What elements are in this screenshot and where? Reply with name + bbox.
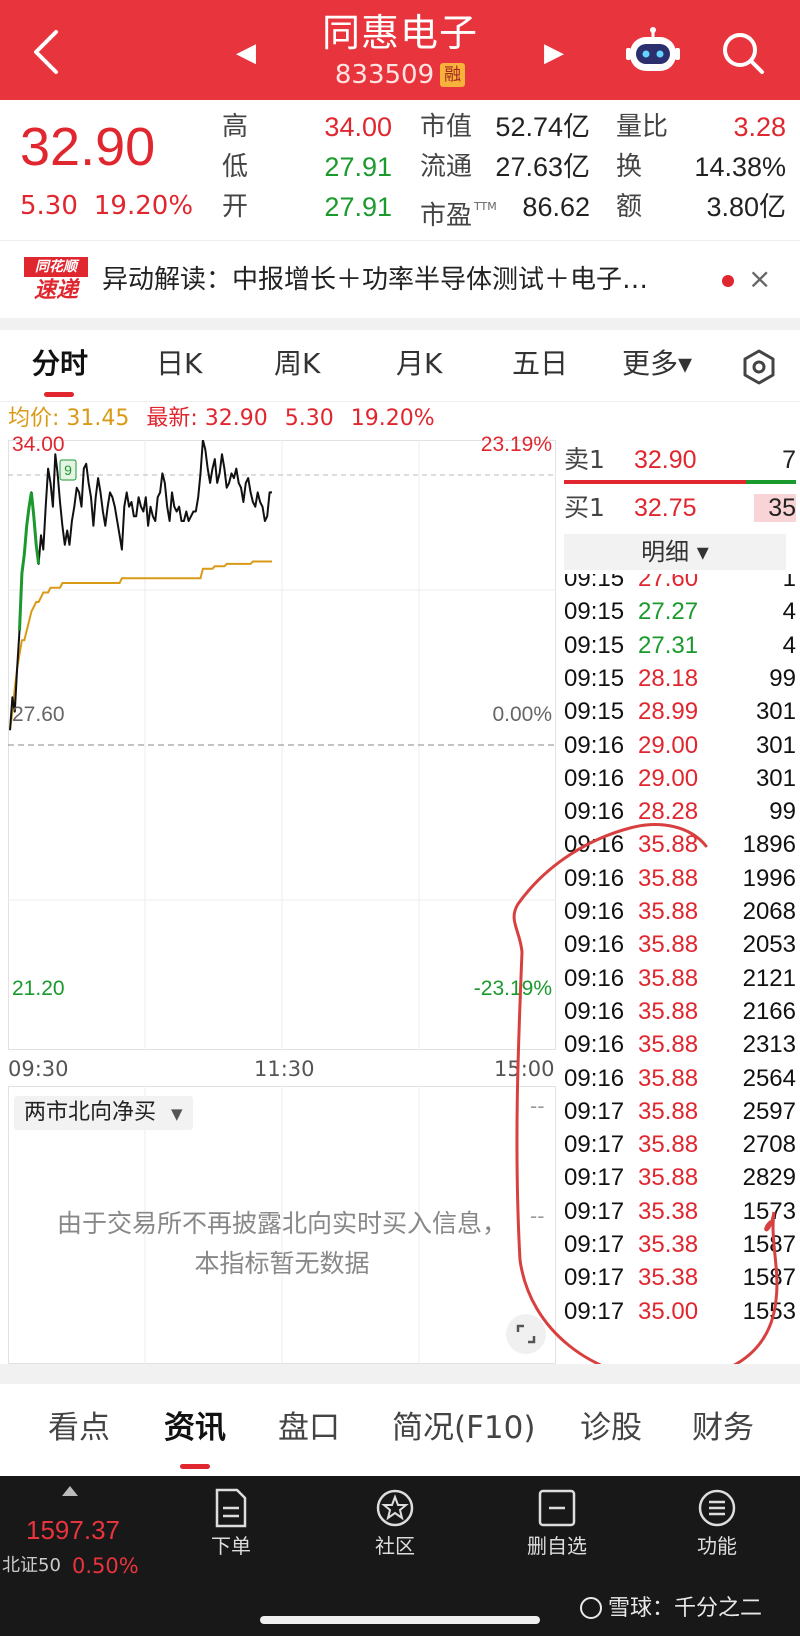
star-circle-icon bbox=[376, 1489, 414, 1527]
bottom-action-bar: 1597.37 北证50 0.50% 下单 社区 删自选 功能 雪球：千分之二 bbox=[0, 1476, 800, 1636]
tab-order-book[interactable]: 盘口 bbox=[278, 1408, 340, 1448]
annotation-stroke bbox=[512, 823, 779, 1382]
section-divider bbox=[0, 1364, 800, 1384]
document-icon bbox=[215, 1488, 247, 1528]
xueqiu-watermark: 雪球：千分之二 bbox=[580, 1594, 762, 1624]
tab-highlights[interactable]: 看点 bbox=[48, 1408, 110, 1448]
minus-square-icon bbox=[538, 1489, 576, 1527]
index-name: 北证50 bbox=[2, 1555, 61, 1576]
index-up-arrow-icon bbox=[62, 1486, 78, 1496]
tab-news[interactable]: 资讯 bbox=[164, 1408, 226, 1448]
tab-profile-f10[interactable]: 简况(F10) bbox=[392, 1408, 535, 1448]
info-tabs: 看点 资讯 盘口 简况(F10) 诊股 财务 bbox=[0, 1384, 800, 1476]
tab-diagnosis[interactable]: 诊股 bbox=[580, 1408, 642, 1448]
index-value[interactable]: 1597.37 bbox=[26, 1514, 120, 1546]
xueqiu-logo-icon bbox=[580, 1597, 602, 1619]
index-change: 0.50% bbox=[72, 1554, 139, 1578]
active-tab-indicator bbox=[180, 1464, 210, 1469]
home-indicator[interactable] bbox=[260, 1616, 540, 1624]
order-button[interactable]: 下单 bbox=[176, 1488, 286, 1568]
menu-circle-icon bbox=[698, 1489, 736, 1527]
tab-financials[interactable]: 财务 bbox=[692, 1408, 754, 1448]
community-button[interactable]: 社区 bbox=[340, 1488, 450, 1568]
functions-button[interactable]: 功能 bbox=[662, 1488, 772, 1568]
remove-watchlist-button[interactable]: 删自选 bbox=[502, 1488, 612, 1568]
